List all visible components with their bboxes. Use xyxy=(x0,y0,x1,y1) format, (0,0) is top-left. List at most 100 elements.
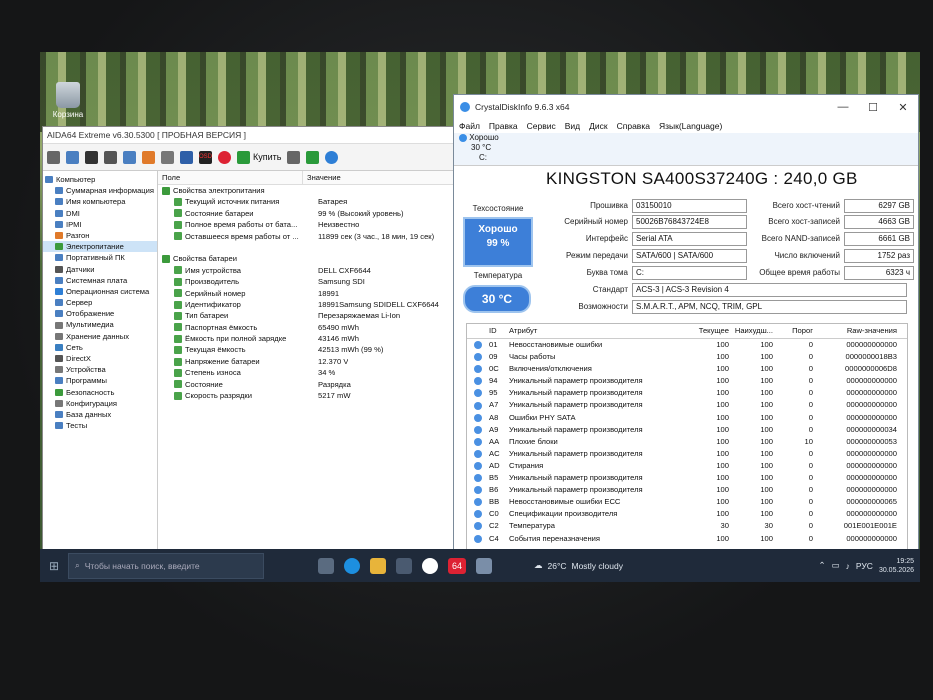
smart-row[interactable]: AC Уникальный параметр производителя 100 10… xyxy=(467,448,907,460)
smart-col-threshold[interactable]: Порог xyxy=(773,324,813,338)
property-row[interactable]: Напряжение батареи 12.370 V xyxy=(158,356,455,367)
weather-widget[interactable]: ☁ 26°C Mostly cloudy xyxy=(534,560,623,571)
tree-item[interactable]: Конфигурация xyxy=(43,398,157,409)
tree-item[interactable]: Тесты xyxy=(43,420,157,431)
tree-item[interactable]: IPMI xyxy=(43,219,157,230)
report-icon[interactable] xyxy=(123,150,136,164)
smart-col-worst[interactable]: Наихудш... xyxy=(729,324,773,338)
user-icon[interactable] xyxy=(180,150,193,164)
menu-item[interactable]: Язык(Language) xyxy=(659,119,722,133)
smart-row[interactable]: A8 Ошибки PHY SATA 100 100 0 000000000000 xyxy=(467,412,907,424)
smart-col-attr[interactable]: Атрибут xyxy=(509,324,689,338)
tree-item[interactable]: База данных xyxy=(43,409,157,420)
smart-row[interactable]: B5 Уникальный параметр производителя 100 10… xyxy=(467,472,907,484)
close-icon[interactable]: ✕ xyxy=(888,101,918,114)
memory-icon[interactable] xyxy=(161,150,174,164)
tree-item[interactable]: DMI xyxy=(43,208,157,219)
tree-item[interactable]: Датчики xyxy=(43,264,157,275)
forward-icon[interactable] xyxy=(66,150,79,164)
download-icon[interactable] xyxy=(306,150,320,164)
explorer-icon[interactable] xyxy=(370,557,386,574)
tree-item[interactable]: Сеть xyxy=(43,342,157,353)
motherboard-icon[interactable] xyxy=(104,150,117,164)
refresh-icon[interactable] xyxy=(85,150,98,164)
smart-row[interactable]: B6 Уникальный параметр производителя 100 10… xyxy=(467,484,907,496)
start-button[interactable]: ⊞ xyxy=(40,559,68,573)
back-icon[interactable] xyxy=(47,150,60,164)
tree-item[interactable]: Портативный ПК xyxy=(43,252,157,263)
column-field[interactable]: Поле xyxy=(158,171,303,184)
chevron-up-icon[interactable]: ⌃ xyxy=(819,560,826,571)
language-indicator[interactable]: РУС xyxy=(856,561,873,571)
section-header[interactable]: Свойства батареи xyxy=(158,253,455,264)
menu-item[interactable]: Правка xyxy=(489,119,518,133)
menu-item[interactable]: Диск xyxy=(589,119,607,133)
tree-item[interactable]: Безопасность xyxy=(43,387,157,398)
store-icon[interactable] xyxy=(396,557,412,574)
tree-item[interactable]: Сервер xyxy=(43,297,157,308)
menu-item[interactable]: Сервис xyxy=(527,119,556,133)
property-row[interactable]: Тип батареи Перезаряжаемая Li-Ion xyxy=(158,310,455,321)
smart-row[interactable]: 95 Уникальный параметр производителя 100 10… xyxy=(467,387,907,399)
property-row[interactable]: Идентификатор 18991Samsung SDIDELL CXF664… xyxy=(158,299,455,310)
property-row[interactable]: Оставшееся время работы от ... 11899 сек … xyxy=(158,231,455,242)
smart-row[interactable]: 09 Часы работы 100 100 0 0000000018B3 xyxy=(467,351,907,363)
tree-item[interactable]: Имя компьютера xyxy=(43,196,157,207)
crystaldiskinfo-window[interactable]: CrystalDiskInfo 9.6.3 x64 — ☐ ✕ Файл Прав… xyxy=(453,94,919,554)
smart-row[interactable]: C0 Спецификации производителя 100 100 0 00000… xyxy=(467,508,907,520)
property-row[interactable]: Паспортная ёмкость 65490 mWh xyxy=(158,322,455,333)
clock[interactable]: 19:25 30.05.2026 xyxy=(879,557,914,575)
smart-row[interactable]: BB Невосстановимые ошибки ECC 100 100 0 00000… xyxy=(467,496,907,508)
chrome-icon[interactable] xyxy=(422,557,438,574)
smart-row[interactable]: AD Стирания 100 100 0 000000000000 xyxy=(467,460,907,472)
tree-item[interactable]: Операционная система xyxy=(43,286,157,297)
property-row[interactable]: Серийный номер 18991 xyxy=(158,288,455,299)
tree-item[interactable]: Отображение xyxy=(43,308,157,319)
fire-icon[interactable] xyxy=(142,150,155,164)
menu-item[interactable]: Вид xyxy=(565,119,580,133)
tree-item[interactable]: Электропитание xyxy=(43,241,157,253)
property-row[interactable]: Текущая ёмкость 42513 mWh (99 %) xyxy=(158,344,455,355)
task-view-icon[interactable] xyxy=(318,557,334,574)
menu-item[interactable]: Файл xyxy=(459,119,480,133)
crystaldiskinfo-taskbar-icon[interactable] xyxy=(476,557,492,574)
minimize-icon[interactable]: — xyxy=(828,101,858,114)
network-icon[interactable]: ▭ xyxy=(832,560,840,571)
tree-item[interactable]: DirectX xyxy=(43,353,157,364)
tree-item[interactable]: Программы xyxy=(43,375,157,386)
smart-row[interactable]: 01 Невосстановимые ошибки 100 100 0 000000000… xyxy=(467,339,907,351)
smart-row[interactable]: AA Плохие блоки 100 100 10 000000000053 xyxy=(467,436,907,448)
tree-item[interactable]: Разгон xyxy=(43,230,157,241)
maximize-icon[interactable]: ☐ xyxy=(858,101,888,114)
property-row[interactable]: Производитель Samsung SDI xyxy=(158,276,455,287)
osd-icon[interactable]: OSD xyxy=(199,150,212,164)
edge-icon[interactable] xyxy=(344,557,360,574)
tree-item[interactable]: Мультимедиа xyxy=(43,319,157,330)
tools-icon[interactable] xyxy=(287,150,301,164)
smart-col-raw[interactable]: Raw-значения xyxy=(813,324,903,338)
aida64-window[interactable]: AIDA64 Extreme v6.30.5300 [ ПРОБНАЯ ВЕРС… xyxy=(42,126,456,558)
menu-item[interactable]: Справка xyxy=(617,119,650,133)
property-row[interactable]: Состояние Разрядка xyxy=(158,379,455,390)
tree-item[interactable]: Системная плата xyxy=(43,275,157,286)
property-row[interactable]: Текущий источник питания Батарея xyxy=(158,196,455,207)
recycle-bin-shortcut[interactable]: Корзина xyxy=(48,82,88,119)
tree-item[interactable]: Суммарная информация xyxy=(43,185,157,196)
smart-row[interactable]: A7 Уникальный параметр производителя 100 10… xyxy=(467,399,907,411)
smart-row[interactable]: C2 Температура 30 30 0 001E001E001E xyxy=(467,520,907,532)
smart-row[interactable]: 94 Уникальный параметр производителя 100 10… xyxy=(467,375,907,387)
property-row[interactable]: Имя устройства DELL CXF6644 xyxy=(158,265,455,276)
property-row[interactable]: Состояние батареи 99 % (Высокий уровень) xyxy=(158,208,455,219)
section-header[interactable]: Свойства электропитания xyxy=(158,185,455,196)
aida64-taskbar-icon[interactable]: 64 xyxy=(448,557,466,574)
buy-button[interactable]: Купить xyxy=(237,150,281,164)
property-row[interactable]: Скорость разрядки 5217 mW xyxy=(158,390,455,401)
gauge-icon[interactable] xyxy=(218,150,231,164)
tree-item[interactable]: Устройства xyxy=(43,364,157,375)
tree-item[interactable]: Хранение данных xyxy=(43,331,157,342)
search-icon[interactable] xyxy=(325,150,339,164)
smart-row[interactable]: A9 Уникальный параметр производителя 100 10… xyxy=(467,424,907,436)
property-row[interactable]: Полное время работы от бата... Неизвестно xyxy=(158,219,455,230)
taskbar-search[interactable]: ⌕ Чтобы начать поиск, введите xyxy=(68,552,264,579)
smart-row[interactable]: C4 События переназначения 100 100 0 000000000… xyxy=(467,533,907,545)
